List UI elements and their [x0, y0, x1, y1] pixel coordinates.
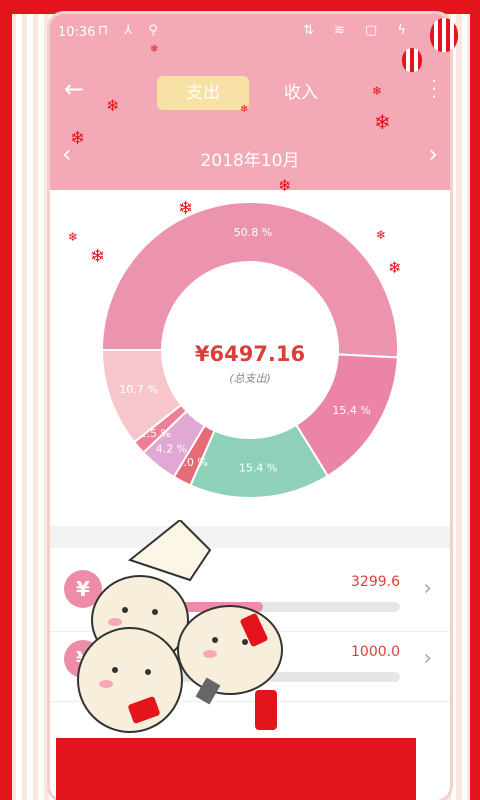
promo-banner-bottom: [56, 738, 416, 800]
snowflake-icon: ❄: [240, 104, 249, 115]
month-title: 2018年10月: [200, 151, 300, 171]
back-arrow-icon[interactable]: ←: [64, 74, 94, 104]
slice-label: 4.2 %: [156, 443, 187, 456]
snowflake-icon: ❄: [374, 110, 391, 134]
total-amount: ¥6497.16: [194, 342, 306, 366]
snowflake-icon: ❄: [278, 176, 292, 195]
category-amount: 1000.0: [351, 644, 400, 660]
status-right-icons: ⇅ ≋ ▢ ϟ: [302, 23, 414, 38]
next-month-icon[interactable]: ›: [428, 140, 438, 168]
status-time: 10:36: [58, 25, 96, 40]
snowflake-icon: ❄: [106, 96, 120, 115]
more-menu-icon[interactable]: · · ·: [428, 73, 440, 107]
total-label: (总支出): [229, 372, 271, 385]
tab-income[interactable]: 收入: [255, 76, 347, 110]
slice-label: 50.8 %: [234, 226, 272, 239]
snowflake-icon: ❄: [388, 258, 402, 277]
mascot-illustration: [77, 520, 283, 733]
status-bar: 10:36 ⊓ ⅄ ⚲ ⇅ ≋ ▢ ϟ: [50, 14, 450, 48]
snowflake-icon: ❄: [372, 84, 383, 98]
snowflake-icon: ❄: [178, 198, 194, 219]
chevron-right-icon[interactable]: ›: [423, 576, 432, 601]
snowflake-icon: ❄: [150, 44, 159, 55]
tab-expense[interactable]: 支出: [157, 76, 249, 110]
snowflake-icon: ❄: [90, 246, 106, 267]
snowflake-icon: ❄: [70, 128, 86, 149]
category-amount: 3299.6: [351, 574, 400, 590]
promo-frame-left-edge: [0, 0, 12, 800]
snowflake-icon: ❄: [376, 228, 387, 242]
slice-label: 15.4 %: [239, 462, 277, 475]
status-left-icons: ⊓ ⅄ ⚲: [98, 23, 164, 38]
slice-label: 15.4 %: [332, 404, 370, 417]
promo-frame-top: [0, 0, 480, 14]
expense-donut-chart: 50.8 % 15.4 % 15.4 % 2.0 % 4.2 % 1.5 % 10.7 % …: [50, 190, 450, 530]
hot-air-balloon-icon: [430, 18, 458, 52]
snowflake-icon: ❄: [68, 230, 79, 244]
hot-air-balloon-icon: [402, 48, 422, 72]
promo-frame-right-edge: [470, 0, 480, 800]
chevron-right-icon[interactable]: ›: [423, 646, 432, 671]
